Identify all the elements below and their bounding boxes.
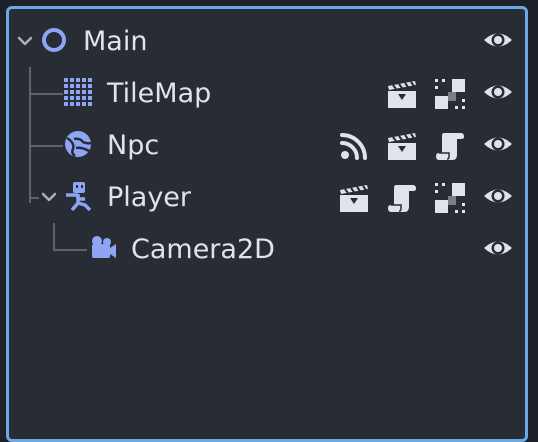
- grouped-checker-icon[interactable]: [435, 183, 465, 213]
- chevron-down-icon[interactable]: [39, 187, 59, 207]
- scene-instance-clapper-icon[interactable]: [387, 131, 417, 161]
- tree-row-camera2d[interactable]: Camera2D: [9, 223, 525, 275]
- node2d-ring-icon: [39, 25, 69, 55]
- tree-row-main[interactable]: Main: [9, 15, 525, 67]
- visibility-eye-icon[interactable]: [483, 77, 513, 107]
- tree-row-npc[interactable]: Npc: [9, 119, 525, 171]
- character-body-icon: [63, 181, 93, 211]
- scene-tree-panel: Main TileMap Npc Player Camera2D: [6, 6, 528, 442]
- tree-row-label[interactable]: Npc: [107, 131, 159, 161]
- scene-instance-clapper-icon[interactable]: [387, 79, 417, 109]
- visibility-eye-icon[interactable]: [483, 129, 513, 159]
- visibility-eye-icon[interactable]: [483, 233, 513, 263]
- tree-row-label[interactable]: Player: [107, 183, 191, 213]
- signal-waves-icon[interactable]: [339, 131, 369, 161]
- tilemap-grid-icon: [63, 77, 93, 107]
- tree-row-label[interactable]: TileMap: [107, 79, 211, 109]
- script-scroll-icon[interactable]: [387, 183, 417, 213]
- script-scroll-icon[interactable]: [435, 131, 465, 161]
- chevron-down-icon[interactable]: [15, 31, 35, 51]
- visibility-eye-icon[interactable]: [483, 25, 513, 55]
- scene-instance-clapper-icon[interactable]: [339, 183, 369, 213]
- grouped-checker-icon[interactable]: [435, 79, 465, 109]
- tree-row-player[interactable]: Player: [9, 171, 525, 223]
- tree-row-tilemap[interactable]: TileMap: [9, 67, 525, 119]
- camera-icon: [87, 233, 117, 263]
- world-globe-icon: [63, 129, 93, 159]
- tree-row-label[interactable]: Camera2D: [131, 235, 275, 265]
- visibility-eye-icon[interactable]: [483, 181, 513, 211]
- tree-row-label[interactable]: Main: [83, 27, 147, 57]
